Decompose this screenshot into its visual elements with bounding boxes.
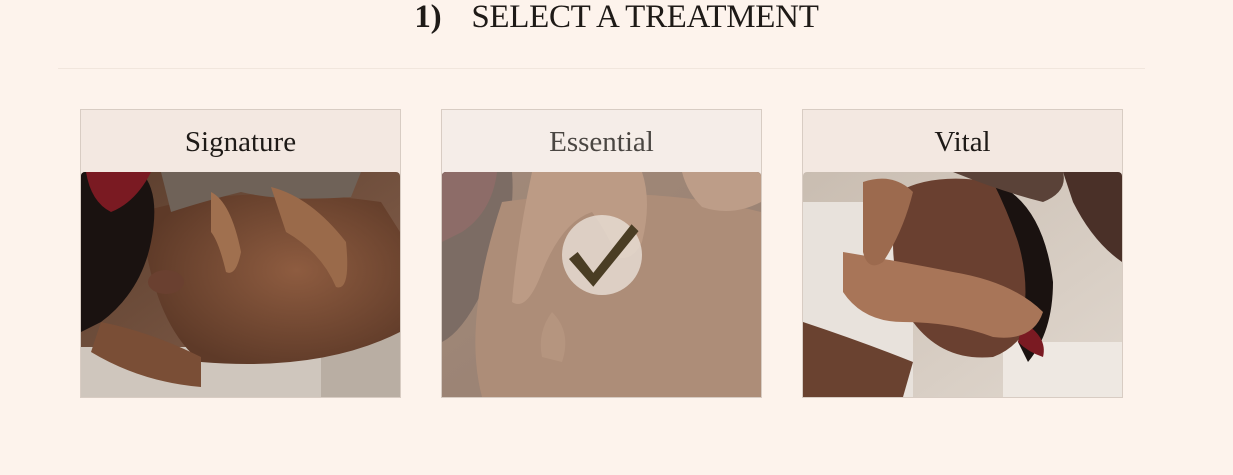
checkmark-icon (562, 215, 642, 295)
section-title: SELECT A TREATMENT (471, 0, 819, 35)
treatment-card-essential[interactable]: Essential (441, 109, 762, 398)
divider (58, 68, 1145, 69)
treatment-name: Vital (934, 125, 991, 158)
back-massage-photo (81, 172, 400, 397)
shoulder-massage-photo (442, 172, 761, 397)
section-heading: 1) SELECT A TREATMENT (0, 0, 1233, 34)
treatment-card-vital[interactable]: Vital (802, 109, 1123, 398)
facial-massage-photo (803, 172, 1122, 397)
treatment-name: Essential (549, 125, 654, 158)
treatment-card-signature[interactable]: Signature (80, 109, 401, 398)
treatment-name: Signature (184, 125, 297, 158)
step-number: 1) (414, 0, 442, 35)
